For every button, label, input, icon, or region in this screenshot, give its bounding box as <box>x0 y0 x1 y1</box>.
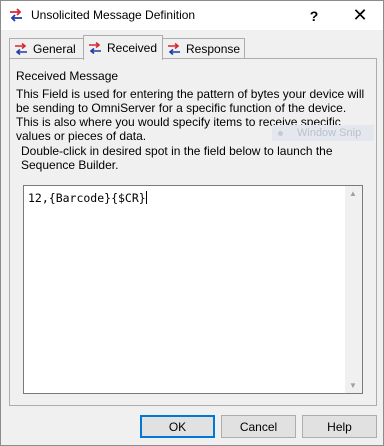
group-label: Received Message <box>16 69 119 83</box>
dialog-window: Unsolicited Message Definition ? ✕ Gener… <box>0 0 384 446</box>
tab-response[interactable]: Response <box>162 38 245 59</box>
window-snip-overlay: Window Snip <box>272 125 374 141</box>
tab-general[interactable]: General <box>9 38 84 59</box>
close-icon: ✕ <box>352 5 368 25</box>
watermark-label: Window Snip <box>297 127 362 139</box>
ok-button[interactable]: OK <box>140 415 215 438</box>
received-message-field[interactable]: 12,{Barcode}{$CR} ▲ ▼ <box>23 185 363 394</box>
message-arrows-icon <box>168 43 180 55</box>
tab-label: Received <box>107 41 158 55</box>
scroll-up-icon[interactable]: ▲ <box>349 189 357 198</box>
tab-label: General <box>33 42 76 56</box>
help-button[interactable]: Help <box>302 415 377 438</box>
pattern-value: 12,{Barcode}{$CR} <box>28 191 146 205</box>
tab-label: Response <box>186 42 241 56</box>
message-arrows-icon <box>15 43 27 55</box>
window-title: Unsolicited Message Definition <box>31 8 196 22</box>
help-title-button[interactable]: ? <box>291 1 337 30</box>
help-icon: ? <box>309 7 319 24</box>
scroll-down-icon[interactable]: ▼ <box>349 381 357 390</box>
message-arrows-icon <box>10 8 22 22</box>
field-content: 12,{Barcode}{$CR} <box>28 191 147 205</box>
vertical-scrollbar[interactable]: ▲ ▼ <box>345 186 362 393</box>
instruction-text: Double-click in desired spot in the fiel… <box>21 144 333 172</box>
close-button[interactable]: ✕ <box>337 1 383 30</box>
tab-received[interactable]: Received <box>83 35 163 60</box>
message-arrows-icon <box>89 42 101 54</box>
tab-strip: General Received Response <box>9 35 377 60</box>
record-dot-icon <box>278 130 283 136</box>
cancel-button[interactable]: Cancel <box>221 415 296 438</box>
title-bar: Unsolicited Message Definition ? ✕ <box>1 1 383 30</box>
text-caret <box>145 191 147 204</box>
